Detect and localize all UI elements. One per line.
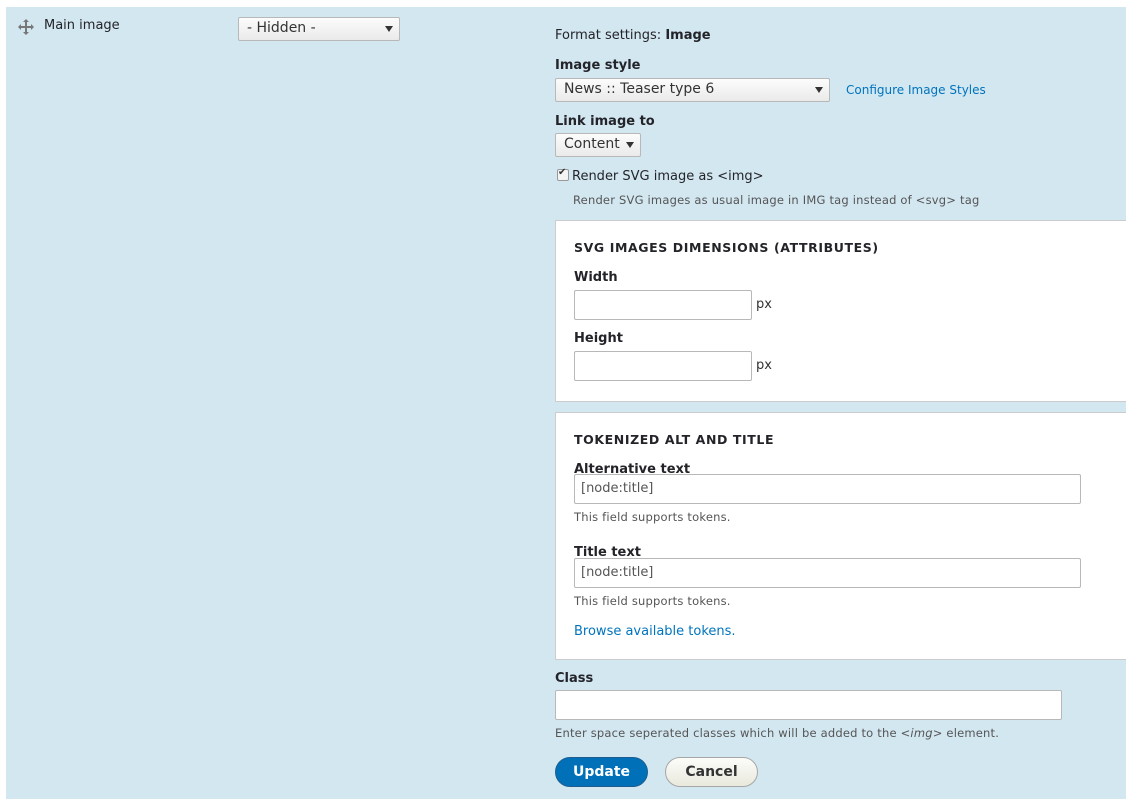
configure-image-styles-link[interactable]: Configure Image Styles: [846, 83, 986, 97]
class-description-code: <img>: [900, 726, 943, 740]
image-style-select[interactable]: News :: Teaser type 6: [555, 78, 830, 102]
link-image-select[interactable]: Content: [555, 133, 641, 157]
class-label: Class: [555, 671, 594, 686]
class-description: Enter space seperated classes which will…: [555, 726, 999, 740]
move-icon[interactable]: [18, 19, 34, 35]
title-text-description: This field supports tokens.: [574, 594, 731, 608]
alt-text-description: This field supports tokens.: [574, 510, 731, 524]
render-svg-label[interactable]: Render SVG image as <img>: [572, 169, 764, 184]
chevron-down-icon: [385, 26, 393, 32]
chevron-down-icon: [815, 87, 823, 93]
title-text-input[interactable]: [node:title]: [574, 558, 1081, 588]
render-svg-description: Render SVG images as usual image in IMG …: [573, 193, 980, 207]
height-unit: px: [756, 358, 772, 373]
height-input[interactable]: [574, 351, 752, 381]
tokenized-title: TOKENIZED ALT AND TITLE: [574, 432, 775, 447]
class-description-text: Enter space seperated classes which will…: [555, 726, 901, 740]
link-image-value: Content: [564, 136, 620, 152]
width-unit: px: [756, 297, 772, 312]
image-style-value: News :: Teaser type 6: [564, 81, 715, 97]
link-image-label: Link image to: [555, 114, 655, 129]
field-row-main-image: Main image - Hidden - Format settings: I…: [6, 7, 1126, 799]
class-description-end: element.: [942, 726, 1000, 740]
format-settings-prefix: Format settings:: [555, 28, 662, 43]
width-label: Width: [574, 270, 618, 285]
chevron-down-icon: [626, 142, 634, 148]
region-select-value: - Hidden -: [247, 20, 316, 36]
format-settings-heading: Format settings: Image: [555, 28, 711, 43]
update-button[interactable]: Update: [555, 757, 648, 787]
cancel-button[interactable]: Cancel: [665, 757, 758, 787]
alt-text-input[interactable]: [node:title]: [574, 474, 1081, 504]
height-label: Height: [574, 331, 623, 346]
svg-dimensions-title: SVG IMAGES DIMENSIONS (ATTRIBUTES): [574, 240, 879, 255]
format-settings-name: Image: [665, 28, 711, 43]
region-select[interactable]: - Hidden -: [238, 17, 400, 41]
render-svg-checkbox[interactable]: [557, 167, 569, 181]
image-style-label: Image style: [555, 58, 641, 73]
browse-tokens-link[interactable]: Browse available tokens.: [574, 624, 736, 639]
tokenized-alt-title-fieldset: TOKENIZED ALT AND TITLE Alternative text…: [555, 412, 1126, 660]
width-input[interactable]: [574, 290, 752, 320]
svg-dimensions-fieldset: SVG IMAGES DIMENSIONS (ATTRIBUTES) Width…: [555, 220, 1126, 402]
class-input[interactable]: [555, 690, 1062, 720]
field-name-label: Main image: [44, 18, 120, 33]
